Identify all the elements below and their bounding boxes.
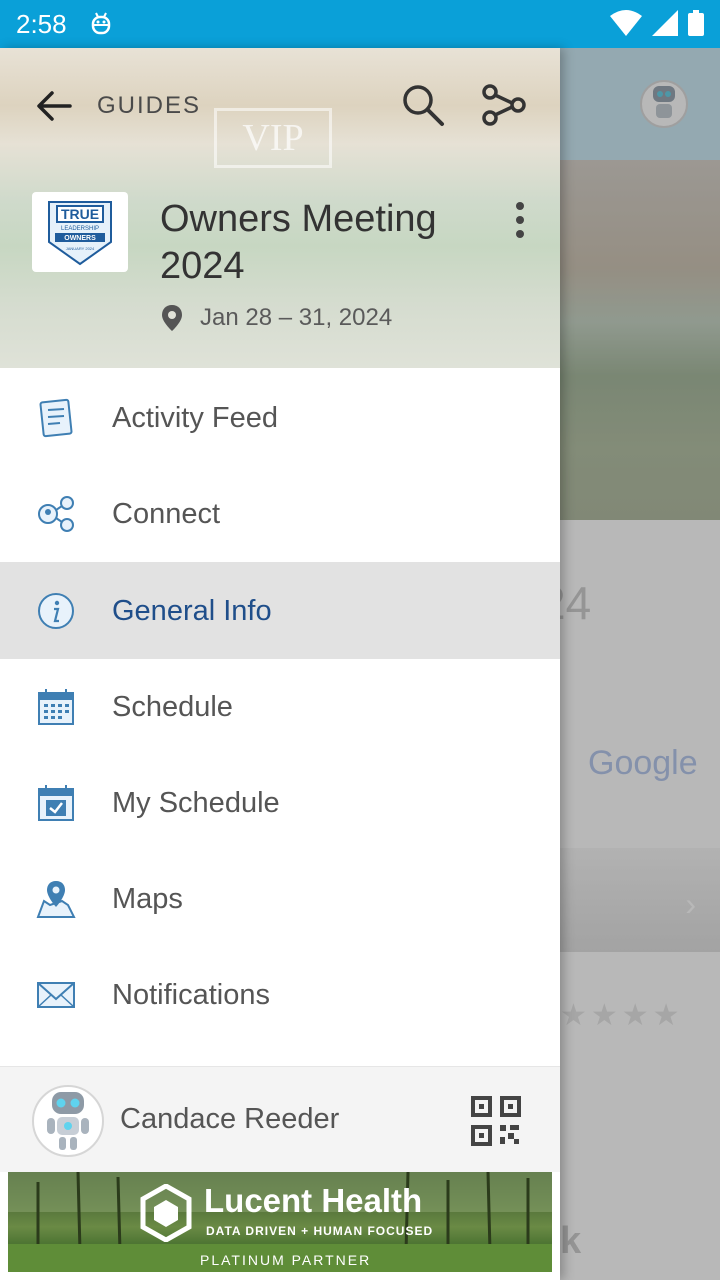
menu-label-general-info: General Info <box>112 594 272 627</box>
menu-label-activity-feed: Activity Feed <box>112 401 278 434</box>
event-dates: Jan 28 – 31, 2024 <box>200 304 393 331</box>
event-title: Owners Meeting 2024 <box>160 198 437 287</box>
more-options-icon[interactable] <box>506 198 534 242</box>
sponsor-brand-name: Lucent Health <box>204 1182 423 1219</box>
search-icon[interactable] <box>398 80 448 130</box>
svg-text:OWNERS: OWNERS <box>64 235 96 242</box>
menu-item-maps[interactable]: Maps <box>0 851 560 947</box>
robot-avatar-icon <box>47 1092 89 1150</box>
status-time: 2:58 <box>16 8 67 39</box>
svg-text:TRUE: TRUE <box>61 206 99 222</box>
back-arrow-icon[interactable] <box>30 82 78 130</box>
menu-label-notifications: Notifications <box>112 978 270 1011</box>
status-bar: 2:58 <box>0 0 720 48</box>
menu-item-activity-feed[interactable]: Activity Feed <box>0 370 560 466</box>
map-pin-icon <box>36 881 76 918</box>
qr-code-icon[interactable] <box>470 1095 522 1147</box>
menu-label-maps: Maps <box>112 882 183 915</box>
menu-item-my-schedule[interactable]: My Schedule <box>0 755 560 851</box>
navigation-drawer: VIP GUIDES TRUE LEADERSHIP OWNERS JANUAR… <box>0 48 560 1280</box>
svg-text:LEADERSHIP: LEADERSHIP <box>61 226 99 232</box>
menu-item-notifications[interactable]: Notifications <box>0 947 560 1043</box>
location-pin-icon <box>162 305 182 331</box>
info-icon <box>38 593 74 629</box>
menu-item-general-info[interactable]: General Info <box>0 563 560 659</box>
lucent-health-logo-icon <box>140 1184 192 1242</box>
connect-icon <box>38 496 74 532</box>
true-leadership-logo-icon: TRUE LEADERSHIP OWNERS JANUARY 2024 <box>48 201 112 266</box>
sponsor-banner[interactable]: Lucent Health DATA DRIVEN + HUMAN FOCUSE… <box>8 1172 552 1272</box>
wifi-icon <box>610 10 642 36</box>
sponsor-level: PLATINUM PARTNER <box>200 1252 372 1268</box>
share-icon[interactable] <box>478 80 530 130</box>
event-logo: TRUE LEADERSHIP OWNERS JANUARY 2024 <box>32 192 128 272</box>
menu-label-schedule: Schedule <box>112 690 233 723</box>
battery-icon <box>688 10 704 36</box>
guides-back-label[interactable]: GUIDES <box>97 92 201 120</box>
android-debug-icon <box>91 12 110 35</box>
user-name: Candace Reeder <box>120 1103 340 1135</box>
drawer-header: VIP GUIDES TRUE LEADERSHIP OWNERS JANUAR… <box>0 48 560 368</box>
menu-label-connect: Connect <box>112 497 221 530</box>
drawer-menu: Activity Feed Connect General Info Sched… <box>0 370 560 1043</box>
activity-feed-icon <box>39 398 73 438</box>
menu-item-connect[interactable]: Connect <box>0 466 560 562</box>
avatar[interactable] <box>32 1085 104 1157</box>
header-background-image: VIP <box>214 108 332 168</box>
calendar-icon <box>38 689 74 725</box>
event-date-row: Jan 28 – 31, 2024 <box>160 304 392 332</box>
menu-label-my-schedule: My Schedule <box>112 786 280 819</box>
menu-item-schedule[interactable]: Schedule <box>0 659 560 755</box>
signal-icon <box>652 10 678 36</box>
user-profile-row[interactable]: Candace Reeder <box>0 1066 560 1172</box>
calendar-check-icon <box>38 785 74 821</box>
envelope-icon <box>37 982 75 1008</box>
svg-text:JANUARY 2024: JANUARY 2024 <box>66 246 95 251</box>
sponsor-tagline: DATA DRIVEN + HUMAN FOCUSED <box>206 1224 434 1238</box>
